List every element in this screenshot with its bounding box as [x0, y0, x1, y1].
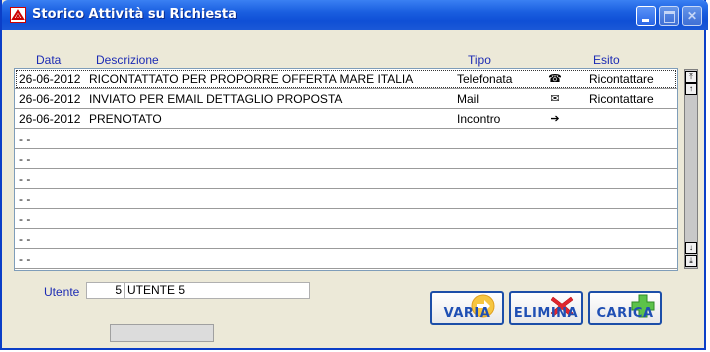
table-row[interactable]: - - — [15, 149, 677, 169]
main-window: Storico Attività su Richiesta ✕ Data Des… — [0, 0, 708, 350]
cell-data: - - — [19, 232, 31, 246]
cell-tipo: Incontro — [457, 112, 501, 126]
window-title: Storico Attività su Richiesta — [32, 7, 237, 22]
cell-esito: Ricontattare — [589, 92, 654, 106]
scroll-up-button[interactable]: ↑ — [685, 83, 697, 95]
utente-name-field[interactable]: UTENTE 5 — [124, 282, 310, 299]
utente-id-field[interactable]: 5 — [86, 282, 124, 299]
carica-label: CARICA — [596, 306, 654, 321]
scroll-first-button[interactable]: ⤒ — [685, 71, 697, 83]
cell-data: 26-06-2012 — [19, 112, 81, 126]
cell-data: - - — [19, 132, 31, 146]
table-row[interactable]: - - — [15, 209, 677, 229]
varia-label: VARIA — [443, 306, 491, 321]
header-descrizione: Descrizione — [96, 53, 159, 67]
envelope-icon: ✉ — [550, 93, 560, 105]
varia-button[interactable]: VARIA — [430, 291, 504, 325]
telephone-icon: ☎ — [548, 73, 562, 85]
minimize-button[interactable] — [636, 6, 656, 26]
utente-label: Utente — [44, 285, 80, 299]
table-row[interactable]: 26-06-2012 INVIATO PER EMAIL DETTAGLIO PR… — [15, 89, 677, 109]
table-row[interactable]: - - — [15, 249, 677, 269]
close-button[interactable]: ✕ — [682, 6, 702, 26]
cell-descrizione: INVIATO PER EMAIL DETTAGLIO PROPOSTA — [89, 92, 343, 106]
carica-button[interactable]: CARICA — [588, 291, 662, 325]
header-esito: Esito — [593, 53, 620, 67]
table-row[interactable]: - - — [15, 229, 677, 249]
cell-data: - - — [19, 152, 31, 166]
table-row[interactable]: - - — [15, 189, 677, 209]
scroll-down-button[interactable]: ↓ — [685, 242, 697, 254]
close-icon: ✕ — [686, 9, 698, 23]
table-row[interactable]: 26-06-2012 RICONTATTATO PER PROPORRE OFFE… — [15, 69, 677, 89]
cell-esito: Ricontattare — [589, 72, 654, 86]
table-row[interactable]: - - — [15, 169, 677, 189]
cell-descrizione: PRENOTATO — [89, 112, 162, 126]
maximize-icon — [660, 7, 678, 25]
cell-data: 26-06-2012 — [19, 72, 81, 86]
cell-data: - - — [19, 172, 31, 186]
cell-data: - - — [19, 212, 31, 226]
header-data: Data — [36, 53, 62, 67]
cell-tipo: Mail — [457, 92, 480, 106]
window-content: Data Descrizione Tipo Esito 26-06-2012 RI… — [6, 31, 704, 347]
cell-data: - - — [19, 192, 31, 206]
vertical-scrollbar[interactable]: ⤒ ↑ ↓ ⤓ — [684, 69, 698, 269]
cell-data: 26-06-2012 — [19, 92, 81, 106]
app-icon — [10, 7, 26, 23]
maximize-button[interactable] — [659, 6, 679, 26]
status-field — [110, 324, 214, 342]
cell-descrizione: RICONTATTATO PER PROPORRE OFFERTA MARE I… — [89, 72, 414, 86]
table-row[interactable]: 26-06-2012 PRENOTATO Incontro ➔ — [15, 109, 677, 129]
arrow-right-icon: ➔ — [550, 113, 560, 125]
cell-data: - - — [19, 252, 31, 266]
elimina-label: ELIMINA — [513, 306, 579, 321]
header-tipo: Tipo — [468, 53, 491, 67]
table-row[interactable]: - - — [15, 129, 677, 149]
activity-grid[interactable]: 26-06-2012 RICONTATTATO PER PROPORRE OFFE… — [14, 68, 678, 271]
title-bar: Storico Attività su Richiesta ✕ — [2, 0, 708, 30]
elimina-button[interactable]: ELIMINA — [509, 291, 583, 325]
minimize-icon — [637, 7, 655, 25]
scroll-last-button[interactable]: ⤓ — [685, 255, 697, 267]
cell-tipo: Telefonata — [457, 72, 513, 86]
